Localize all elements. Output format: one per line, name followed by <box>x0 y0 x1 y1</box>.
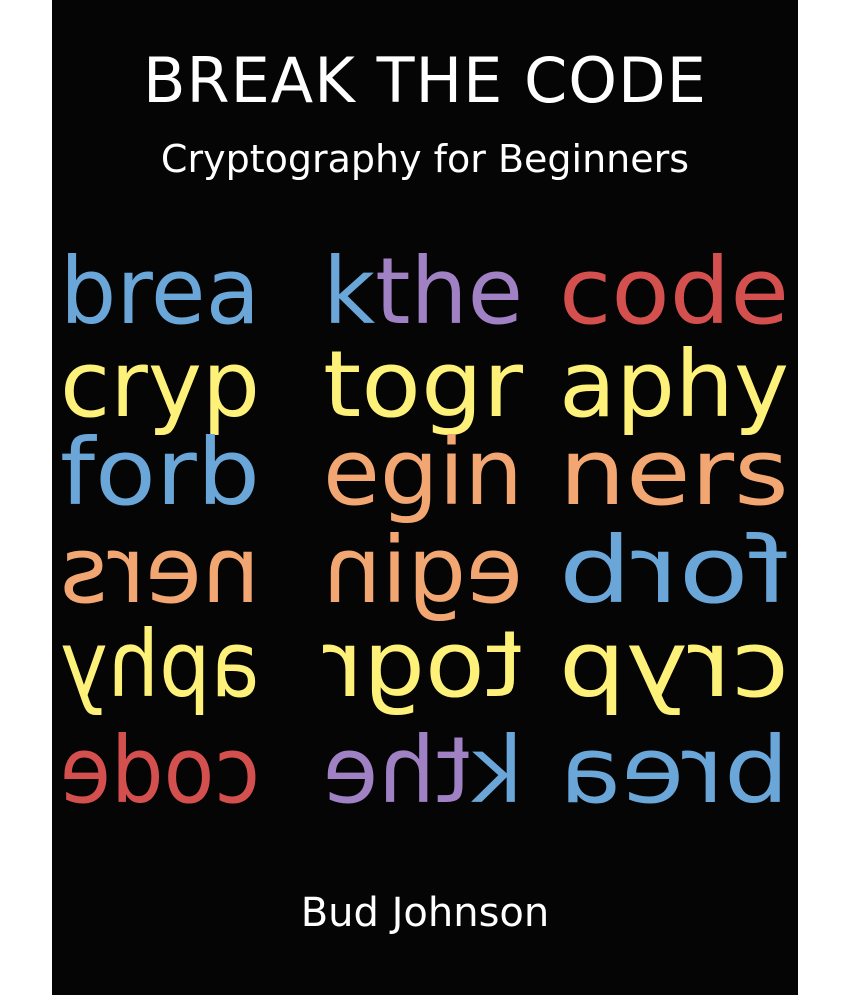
book-author: Bud Johnson <box>300 890 550 936</box>
word-fragment: ners <box>60 517 260 624</box>
word-fragment: the <box>323 717 471 824</box>
book-cover: BREAK THE CODE Cryptography for Beginner… <box>52 0 798 995</box>
word-fragment: code <box>60 717 260 824</box>
word-fragment: forb <box>559 517 789 624</box>
word-fragment: egin <box>323 517 523 624</box>
mirrored-word: egin <box>323 517 523 624</box>
mirrored-word: kthe <box>323 717 523 824</box>
word-fragment: egin <box>323 419 523 526</box>
cipher-word: forb <box>60 419 260 526</box>
cipher-word: code <box>559 238 789 345</box>
word-fragment: togr <box>323 611 523 718</box>
cipher-word: kthe <box>323 238 523 345</box>
word-fragment: ners <box>559 419 789 526</box>
word-fragment: the <box>375 238 523 345</box>
mirrored-word: forb <box>559 517 789 624</box>
mirrored-word: brea <box>559 717 789 824</box>
word-fragment: k <box>323 238 376 345</box>
cipher-word: egin <box>323 419 523 526</box>
word-fragment: brea <box>60 238 260 345</box>
word-fragment: brea <box>559 717 789 824</box>
word-fragment: code <box>559 238 789 345</box>
cipher-word-art: brea kthe codecryp togr aphyforb egin nersners… <box>60 238 789 824</box>
mirrored-word: aphy <box>60 611 260 718</box>
word-fragment: cryp <box>559 611 789 718</box>
word-fragment: aphy <box>60 611 260 718</box>
cipher-word: ners <box>559 419 789 526</box>
mirrored-word: togr <box>323 611 523 718</box>
word-fragment: forb <box>60 419 260 526</box>
cipher-word: brea <box>60 238 260 345</box>
mirrored-word: ners <box>60 517 260 624</box>
word-fragment: k <box>470 717 523 824</box>
mirrored-word: code <box>60 717 260 824</box>
mirrored-word: cryp <box>559 611 789 718</box>
